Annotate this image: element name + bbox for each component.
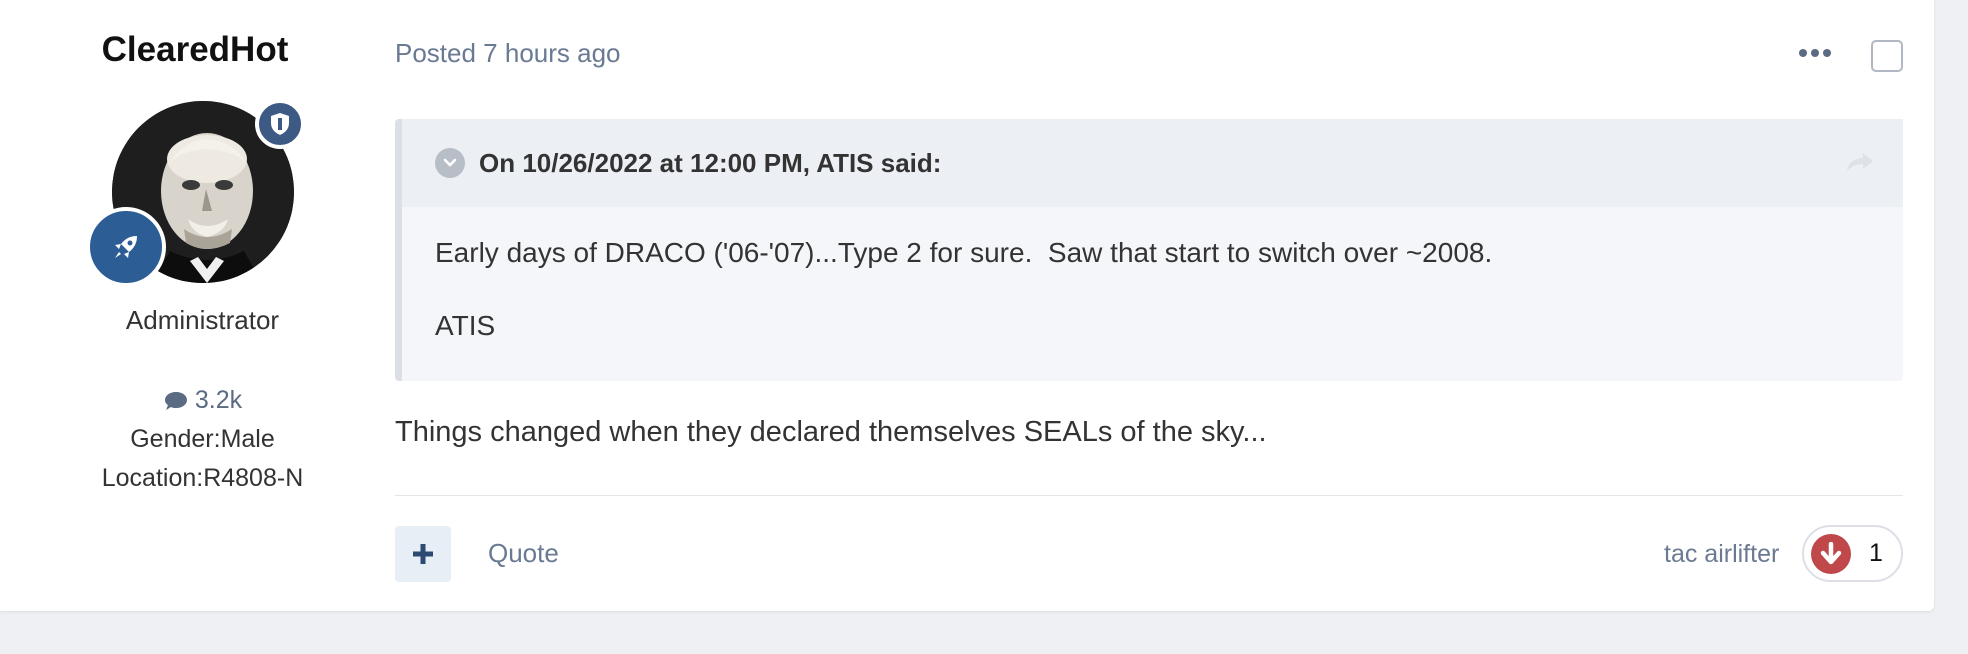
multiquote-button[interactable] (395, 526, 451, 582)
divider (395, 495, 1903, 496)
reaction-button[interactable]: 1 (1802, 525, 1903, 582)
post-select-checkbox[interactable] (1871, 40, 1903, 72)
author-gender: Gender:Male (130, 425, 275, 453)
quote-button[interactable]: Quote (488, 538, 559, 569)
reaction-user[interactable]: tac airlifter (1664, 540, 1779, 569)
forum-post: ClearedHot Administrator 3.2k Gender:Mal… (0, 0, 1934, 611)
ellipsis-icon (1799, 49, 1807, 57)
shield-icon (271, 113, 289, 135)
share-arrow-icon (1847, 153, 1873, 171)
quote-citation: On 10/26/2022 at 12:00 PM, ATIS said: (479, 147, 942, 178)
quote-text: Early days of DRACO ('06-'07)...Type 2 f… (435, 237, 1493, 268)
author-name[interactable]: ClearedHot (0, 30, 390, 70)
quote-block: On 10/26/2022 at 12:00 PM, ATIS said: Ea… (395, 119, 1903, 381)
post-content: Things changed when they declared themse… (395, 416, 1267, 448)
quote-toggle-button[interactable] (435, 148, 465, 178)
plus-icon (413, 544, 433, 564)
quote-header: On 10/26/2022 at 12:00 PM, ATIS said: (402, 119, 1903, 207)
quote-signature: ATIS (435, 310, 496, 341)
reaction-count: 1 (1869, 539, 1883, 567)
rocket-icon (115, 236, 137, 258)
author-location: Location:R4808-N (101, 464, 304, 492)
arrow-down-icon (1811, 533, 1851, 574)
shield-badge (255, 99, 305, 149)
author-post-count[interactable]: 3.2k (0, 386, 405, 415)
avatar-wrap (86, 99, 305, 287)
comment-icon (164, 391, 187, 410)
post-count-value: 3.2k (194, 386, 243, 414)
post-menu-button[interactable] (1799, 44, 1833, 62)
author-role: Administrator (125, 305, 280, 335)
author-panel: ClearedHot Administrator 3.2k Gender:Mal… (0, 0, 395, 611)
chevron-down-icon (443, 158, 457, 167)
post-date[interactable]: Posted 7 hours ago (395, 38, 621, 69)
quote-share-button[interactable] (1845, 151, 1875, 178)
rank-badge (86, 207, 166, 287)
